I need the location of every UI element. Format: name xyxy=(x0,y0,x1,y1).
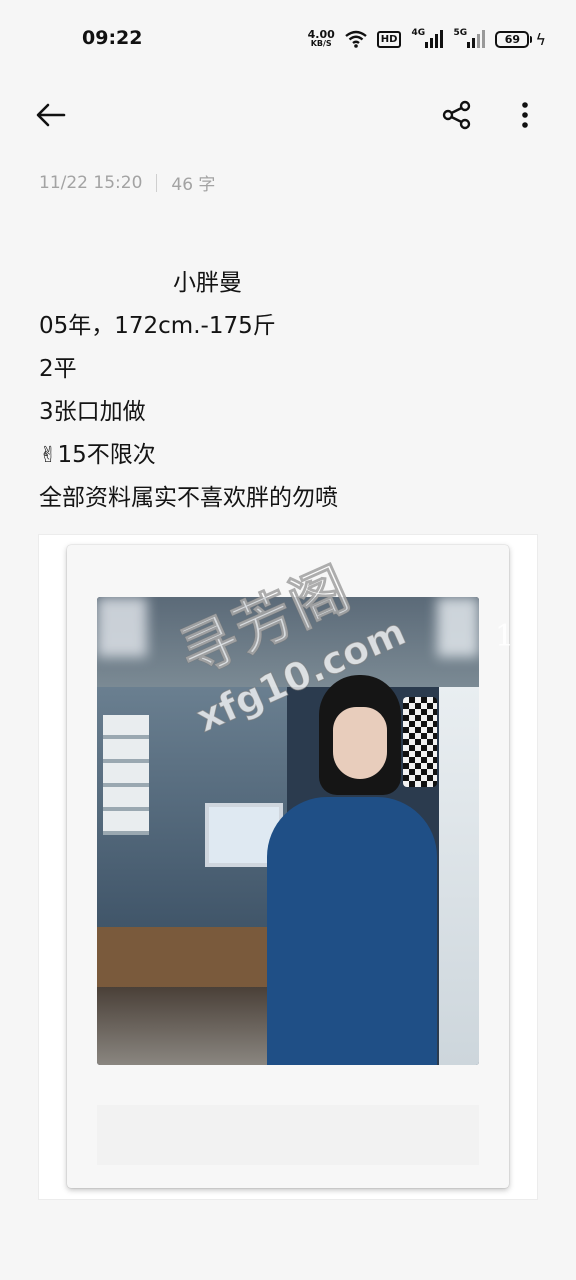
status-icons: 4.00 KB/S HD 4G 5G 69 ϟ xyxy=(308,27,546,51)
note-line-1: 05年，172cm.-175斤 xyxy=(39,313,276,339)
charging-icon: ϟ xyxy=(535,29,546,49)
note-image[interactable]: 寻芳阁 xfg10.com 14 xyxy=(38,534,538,1200)
note-toolbar xyxy=(0,90,576,140)
hd-badge: HD xyxy=(376,30,402,48)
status-time: 09:22 xyxy=(82,27,143,49)
note-line-5: 全部资料属实不喜欢胖的勿喷 xyxy=(39,485,338,511)
battery-level: 69 xyxy=(495,30,530,48)
person-figure xyxy=(267,797,437,1065)
signal-4g-label: 4G xyxy=(411,28,426,38)
meta-divider xyxy=(156,173,158,192)
edge-text: 14 xyxy=(495,619,534,654)
note-line-4: ✌15不限次 xyxy=(39,434,539,477)
battery-icon: 69 ϟ xyxy=(495,30,546,49)
signal-5g-label: 5G xyxy=(453,28,468,38)
back-arrow-icon[interactable] xyxy=(34,98,68,132)
status-bar: 09:22 4.00 KB/S HD 4G 5G 69 ϟ xyxy=(0,0,576,76)
note-datetime: 11/22 15:20 xyxy=(39,172,143,193)
signal-5g-icon: 5G xyxy=(453,28,486,48)
signal-4g-icon: 4G xyxy=(411,28,444,48)
network-speed: 4.00 KB/S xyxy=(307,28,335,48)
note-line-4-text: 15不限次 xyxy=(57,442,156,468)
watermark: 寻芳阁 xfg10.com xyxy=(165,535,425,741)
network-speed-value: 4.00 xyxy=(307,28,335,41)
more-options-icon[interactable] xyxy=(510,98,540,132)
victory-hand-icon: ✌ xyxy=(39,443,58,468)
note-title: 小胖曼 xyxy=(173,270,242,296)
note-char-count: 46 字 xyxy=(171,175,216,195)
share-icon[interactable] xyxy=(440,98,474,132)
note-line-3: 3张口加做 xyxy=(39,399,146,425)
network-speed-unit: KB/S xyxy=(310,39,332,48)
note-meta: 11/22 15:20 46 字 xyxy=(39,170,216,196)
note-line-2: 2平 xyxy=(39,356,77,382)
note-body[interactable]: 小胖曼 05年，172cm.-175斤 2平 3张口加做 ✌15不限次 全部资料… xyxy=(39,262,539,520)
wifi-icon xyxy=(345,30,367,48)
